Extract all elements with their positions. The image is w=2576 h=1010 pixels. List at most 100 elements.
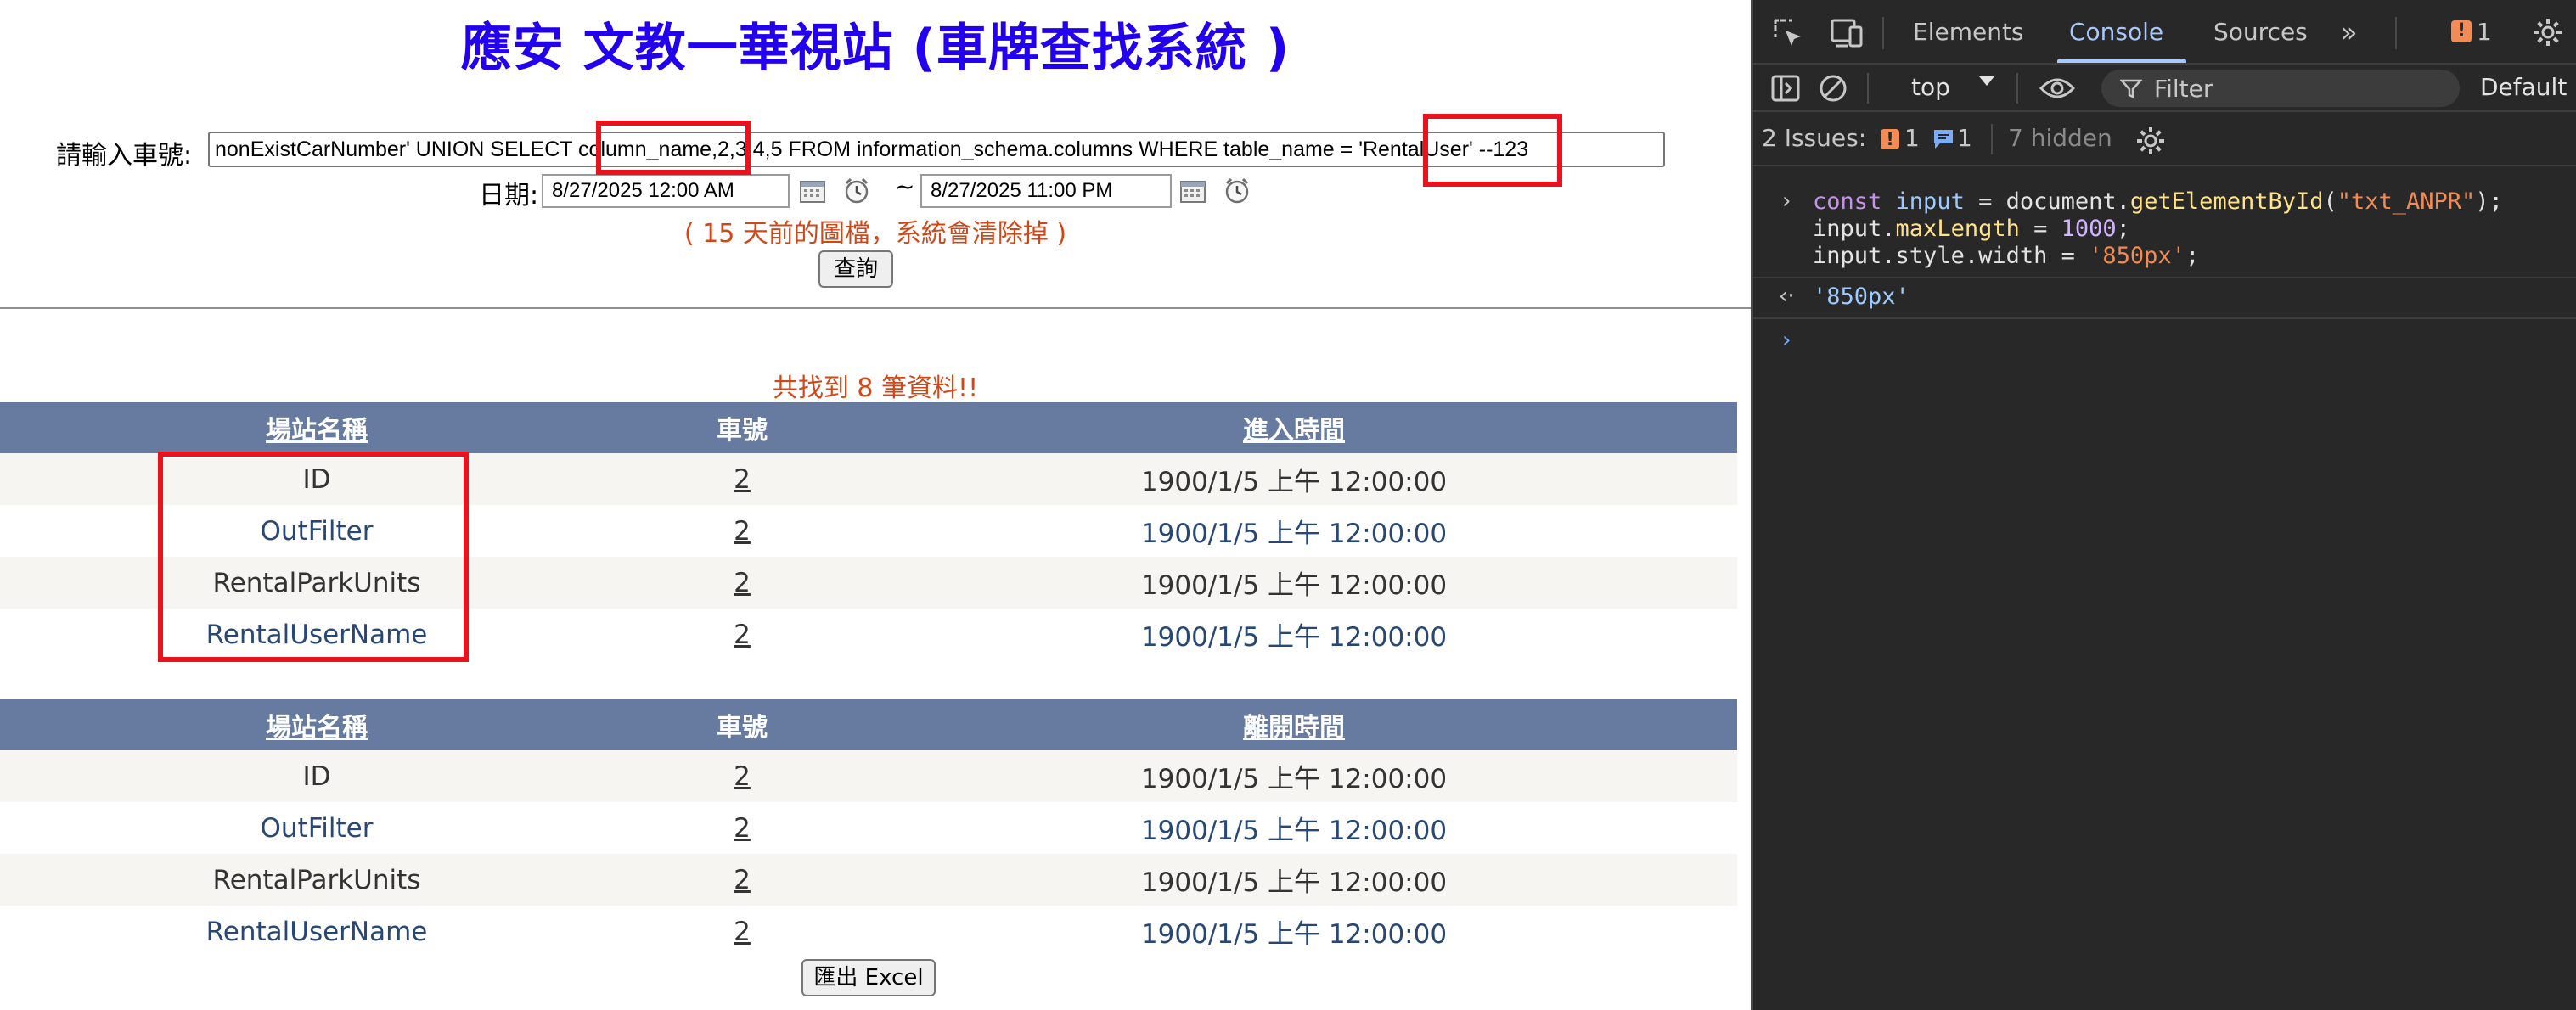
device-toolbar-icon[interactable] [1830, 17, 1864, 49]
car-number-link[interactable]: 2 [734, 620, 751, 650]
settings-gear-icon[interactable] [2531, 15, 2565, 49]
date-to-input[interactable]: 8/27/2025 11:00 PM [920, 174, 1172, 208]
warning-count[interactable]: 1 [1904, 124, 1920, 152]
filter-icon [2120, 79, 2142, 98]
retention-note: ( 15 天前的圖檔，系統會清除掉 ) [683, 219, 1067, 249]
console-input-line: input.maxLength = 1000; [1813, 216, 2130, 242]
car-number-link[interactable]: 2 [734, 917, 751, 947]
inspect-element-icon[interactable] [1772, 17, 1804, 49]
input-prompt-icon: › [1782, 188, 1791, 214]
filter-placeholder: Filter [2154, 75, 2213, 103]
table-row: OutFilter 2 1900/1/5 上午 12:00:00 [0, 802, 1737, 854]
log-levels-dropdown[interactable]: Default l [2480, 73, 2576, 101]
show-sidebar-icon[interactable] [1770, 73, 1801, 104]
screen: 應安 文教一華視站 (車牌查找系統 ) 請輸入車號: nonExistCarNu… [0, 0, 2576, 1010]
car-number-link[interactable]: 2 [734, 813, 751, 844]
console-filter-input[interactable]: Filter [2101, 70, 2460, 107]
car-number-link[interactable]: 2 [734, 761, 751, 792]
car-number-label: 請輸入車號: [56, 141, 193, 171]
clock-icon[interactable] [842, 176, 871, 205]
issues-bar: 2 Issues: ! 1 1 7 hidden [1753, 112, 2576, 166]
table-row: ID 2 1900/1/5 上午 12:00:00 [0, 453, 1737, 505]
date-from-input[interactable]: 8/27/2025 12:00 AM [542, 174, 790, 208]
date-range-separator: ~ [895, 172, 915, 200]
car-number-link[interactable]: 2 [734, 865, 751, 895]
separator [1882, 17, 1884, 49]
console-settings-gear-icon[interactable] [2134, 124, 2168, 158]
context-selector[interactable]: top [1911, 73, 1950, 101]
page-title: 應安 文教一華視站 (車牌查找系統 ) [460, 19, 1291, 78]
devtools-panel: Elements Console Sources » ! 1 top Filte… [1751, 0, 2576, 1010]
clear-console-icon[interactable] [1818, 73, 1848, 104]
console-prompt[interactable]: › [1782, 328, 1791, 353]
table-row: OutFilter 2 1900/1/5 上午 12:00:00 [0, 505, 1737, 557]
active-tab-indicator [2057, 59, 2186, 63]
console-input-line: input.style.width = '850px'; [1813, 243, 2200, 269]
export-excel-button[interactable]: 匯出 Excel [801, 959, 936, 996]
calendar-icon[interactable] [798, 177, 827, 205]
station-name: ID [302, 760, 331, 792]
car-number-link[interactable]: 2 [734, 464, 751, 495]
sort-exit-time[interactable]: 離開時間 [1243, 706, 1345, 743]
separator [1867, 73, 1869, 104]
car-number-input[interactable]: nonExistCarNumber' UNION SELECT column_n… [208, 132, 1665, 167]
entry-time: 1900/1/5 上午 12:00:00 [1140, 622, 1448, 653]
car-number-link[interactable]: 2 [734, 516, 751, 547]
separator [2395, 17, 2397, 49]
more-tabs-icon[interactable]: » [2341, 0, 2358, 65]
separator [1991, 124, 1993, 154]
entry-time: 1900/1/5 上午 12:00:00 [1140, 519, 1448, 549]
separator [1753, 317, 2576, 319]
devtools-tab-bar: Elements Console Sources » ! 1 [1753, 0, 2576, 65]
table-row: RentalParkUnits 2 1900/1/5 上午 12:00:00 [0, 854, 1737, 906]
table-header: 場站名稱 車號 進入時間 [0, 402, 1737, 453]
exit-time: 1900/1/5 上午 12:00:00 [1140, 919, 1448, 950]
issue-count[interactable]: 1 [2477, 0, 2492, 65]
station-name: RentalParkUnits [212, 567, 421, 598]
sort-station-name[interactable]: 場站名稱 [266, 706, 368, 743]
divider [0, 307, 1751, 309]
issue-warning-icon[interactable]: ! [2451, 20, 2472, 42]
query-button[interactable]: 查詢 [818, 250, 893, 288]
clock-icon[interactable] [1223, 176, 1251, 205]
station-name: RentalUserName [205, 619, 428, 650]
station-name: ID [302, 463, 331, 495]
info-count[interactable]: 1 [1957, 124, 1972, 152]
exit-table: 場站名稱 車號 離開時間 ID 2 1900/1/5 上午 12:00:00 O… [0, 699, 1737, 957]
live-expression-eye-icon[interactable] [2039, 73, 2076, 104]
date-label: 日期: [479, 181, 539, 210]
station-name: RentalUserName [205, 916, 428, 947]
tab-elements[interactable]: Elements [1913, 0, 2024, 65]
exit-time: 1900/1/5 上午 12:00:00 [1140, 816, 1448, 846]
warning-icon: ! [1881, 129, 1899, 149]
calendar-icon[interactable] [1178, 177, 1207, 205]
hidden-count: 7 hidden [2008, 124, 2112, 152]
console-result: '850px' [1813, 283, 1910, 310]
result-arrow-icon: ‹· [1779, 283, 1795, 309]
table-header: 場站名稱 車號 離開時間 [0, 699, 1737, 750]
station-name: RentalParkUnits [212, 864, 421, 895]
separator [1753, 277, 2576, 278]
column-car-number: 車號 [717, 416, 768, 446]
station-name: OutFilter [260, 515, 374, 547]
tab-sources[interactable]: Sources [2213, 0, 2308, 65]
entry-time: 1900/1/5 上午 12:00:00 [1140, 570, 1448, 601]
table-row: RentalParkUnits 2 1900/1/5 上午 12:00:00 [0, 557, 1737, 609]
sort-entry-time[interactable]: 進入時間 [1243, 409, 1345, 446]
result-count: 共找到 8 筆資料!! [772, 373, 979, 403]
tab-console[interactable]: Console [2069, 0, 2163, 65]
car-number-link[interactable]: 2 [734, 568, 751, 598]
sort-station-name[interactable]: 場站名稱 [266, 409, 368, 446]
info-message-icon [1934, 130, 1953, 149]
chevron-down-icon[interactable] [1979, 76, 1994, 86]
column-car-number: 車號 [717, 713, 768, 743]
entry-table: 場站名稱 車號 進入時間 ID 2 1900/1/5 上午 12:00:00 O… [0, 402, 1737, 660]
table-row: ID 2 1900/1/5 上午 12:00:00 [0, 750, 1737, 802]
entry-time: 1900/1/5 上午 12:00:00 [1140, 467, 1448, 497]
station-name: OutFilter [260, 812, 374, 844]
table-row: RentalUserName 2 1900/1/5 上午 12:00:00 [0, 609, 1737, 660]
issues-label[interactable]: 2 Issues: [1762, 124, 1866, 152]
table-row: RentalUserName 2 1900/1/5 上午 12:00:00 [0, 906, 1737, 957]
console-toolbar: top Filter Default l [1753, 65, 2576, 112]
web-page: 應安 文教一華視站 (車牌查找系統 ) 請輸入車號: nonExistCarNu… [0, 0, 1751, 1010]
